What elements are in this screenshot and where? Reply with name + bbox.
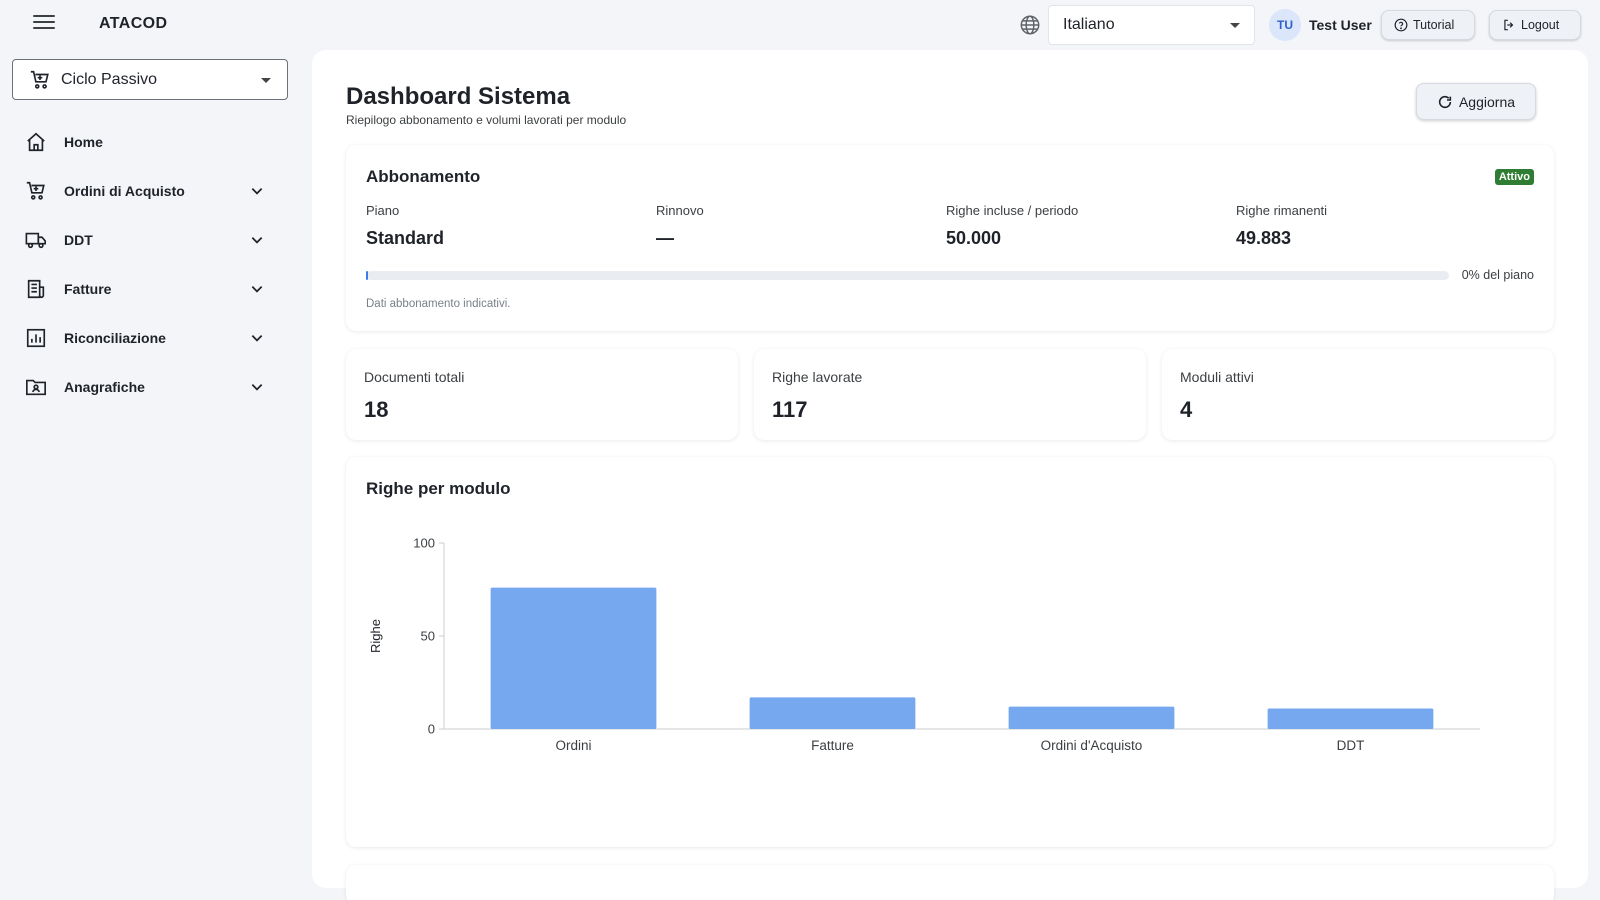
avatar[interactable]: TU <box>1269 9 1301 41</box>
stat-value: 18 <box>364 397 389 422</box>
bar-4 <box>1267 708 1434 729</box>
stat-card-modules: Moduli attivi 4 <box>1162 349 1554 440</box>
renewal-value: — <box>656 228 674 248</box>
report-icon <box>26 328 46 347</box>
stat-value: 117 <box>772 397 808 422</box>
x-tick-label: DDT <box>1337 738 1365 753</box>
y-tick-label: 100 <box>413 536 435 551</box>
included-rows-label: Righe incluse / periodo <box>946 203 1079 218</box>
top-bar: ATACOD Italiano TU Test User Tutorial Lo… <box>0 0 1600 50</box>
logout-label: Logout <box>1521 18 1560 32</box>
next-card <box>346 865 1554 900</box>
x-tick-label: Ordini <box>555 738 591 753</box>
x-tick-label: Fatture <box>811 738 854 753</box>
invoice-icon <box>27 279 45 298</box>
cart-icon <box>26 181 45 200</box>
renewal-field: Rinnovo — <box>656 203 704 249</box>
sidebar-item-anagrafiche[interactable]: Anagrafiche <box>0 362 300 411</box>
subscription-title: Abbonamento <box>366 167 481 186</box>
y-tick-label: 0 <box>428 722 435 737</box>
sidebar-item-label: Ordini di Acquisto <box>64 182 185 199</box>
plan-field: Piano Standard <box>366 203 444 249</box>
stat-card-documents: Documenti totali 18 <box>346 349 738 440</box>
page-subtitle: Riepilogo abbonamento e volumi lavorati … <box>346 113 627 127</box>
module-select[interactable]: Ciclo Passivo <box>12 59 288 100</box>
stat-value: 4 <box>1180 397 1193 422</box>
y-axis-label: Righe <box>368 619 383 653</box>
plan-value: Standard <box>366 228 445 248</box>
chevron-down-icon <box>251 286 263 293</box>
sidebar-item-label: DDT <box>64 231 93 248</box>
remaining-rows-label: Righe rimanenti <box>1236 203 1328 218</box>
subscription-note: Dati abbonamento indicativi. <box>366 298 511 310</box>
stat-label: Moduli attivi <box>1180 369 1254 385</box>
status-badge: Attivo <box>1494 169 1534 185</box>
sidebar-item-fatture[interactable]: Fatture <box>0 264 300 313</box>
plan-label: Piano <box>366 203 400 218</box>
caret-down-icon <box>261 78 271 83</box>
sidebar-item-riconciliazione[interactable]: Riconciliazione <box>0 313 300 362</box>
usage-progress-bar <box>366 271 1449 280</box>
stat-card-rows: Righe lavorate 117 <box>754 349 1146 440</box>
x-tick-label: Ordini d'Acquisto <box>1041 738 1143 753</box>
sidebar-item-label: Home <box>64 133 103 150</box>
globe-icon <box>1020 15 1040 35</box>
chart-card: Righe per modulo 0 50 100 Righe Ordini Fattur… <box>346 457 1554 847</box>
chevron-down-icon <box>251 188 263 195</box>
sidebar-nav: Home Ordini di Acquisto DDT Fatture Rico… <box>0 117 300 411</box>
sidebar-item-label: Anagrafiche <box>64 378 145 395</box>
renewal-label: Rinnovo <box>656 203 704 218</box>
page-title: Dashboard Sistema <box>346 83 571 110</box>
cart-icon <box>30 70 49 89</box>
refresh-icon <box>1438 95 1452 108</box>
menu-icon[interactable] <box>33 15 55 33</box>
bar-1 <box>490 587 657 729</box>
included-rows-value: 50.000 <box>946 228 1002 248</box>
refresh-label: Aggiorna <box>1458 93 1516 110</box>
language-value: Italiano <box>1063 16 1115 33</box>
app-brand: ATACOD <box>99 15 168 32</box>
truck-icon <box>25 232 46 248</box>
tutorial-button[interactable]: Tutorial <box>1381 10 1475 40</box>
y-tick-label: 50 <box>421 629 435 644</box>
tutorial-label: Tutorial <box>1413 18 1455 32</box>
home-icon <box>27 132 45 151</box>
help-icon <box>1394 18 1408 32</box>
chevron-down-icon <box>251 384 263 391</box>
subscription-card: Abbonamento Attivo Piano Standard Rinnov… <box>346 145 1554 331</box>
user-name: Test User <box>1309 17 1372 33</box>
remaining-rows-field: Righe rimanenti 49.883 <box>1236 203 1327 249</box>
logout-button[interactable]: Logout <box>1489 10 1581 40</box>
bar-2 <box>749 697 916 729</box>
sidebar-item-ordini-di-acquisto[interactable]: Ordini di Acquisto <box>0 166 300 215</box>
main-panel: Dashboard Sistema Riepilogo abbonamento … <box>312 50 1588 900</box>
stat-label: Documenti totali <box>364 369 465 385</box>
sidebar-item-home[interactable]: Home <box>0 117 300 166</box>
contact-folder-icon <box>26 379 46 395</box>
module-value: Ciclo Passivo <box>61 70 158 88</box>
refresh-button[interactable]: Aggiorna <box>1416 83 1536 120</box>
chevron-down-icon <box>251 237 263 244</box>
bar-3 <box>1008 706 1175 729</box>
usage-progress-label: 0% del piano <box>1461 268 1534 282</box>
stat-label: Righe lavorate <box>772 369 863 385</box>
usage-progress-fill <box>366 271 369 280</box>
sidebar-item-label: Riconciliazione <box>64 329 166 346</box>
sidebar-item-label: Fatture <box>64 280 112 297</box>
caret-down-icon <box>1230 22 1240 28</box>
remaining-rows-value: 49.883 <box>1236 228 1292 248</box>
language-select[interactable]: Italiano <box>1048 5 1255 45</box>
bar-chart: 0 50 100 Righe Ordini Fatture Ordini d'Acquist… <box>368 536 1480 753</box>
included-rows-field: Righe incluse / periodo 50.000 <box>946 203 1078 249</box>
logout-icon <box>1504 19 1514 31</box>
sidebar-item-ddt[interactable]: DDT <box>0 215 300 264</box>
chevron-down-icon <box>251 335 263 342</box>
